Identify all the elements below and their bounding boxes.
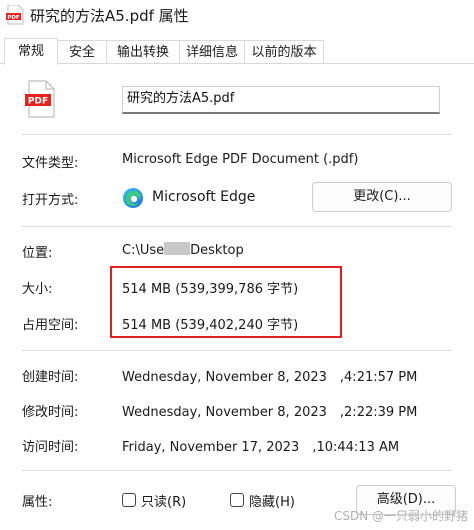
- pdf-document-icon-label: PDF: [28, 97, 48, 107]
- location-suffix: Desktop: [190, 243, 244, 258]
- readonly-label: 只读(R): [141, 495, 187, 510]
- file-name-input[interactable]: 研究的方法A5.pdf: [122, 86, 440, 114]
- divider: [22, 470, 452, 471]
- attributes-label: 属性:: [22, 495, 53, 510]
- tab-security[interactable]: 安全: [57, 40, 107, 64]
- edge-icon: [123, 188, 143, 208]
- accessed-value: Friday, November 17, 2023 ,10:44:13 AM: [122, 440, 400, 455]
- window-title: 研究的方法A5.pdf 属性: [30, 7, 189, 25]
- created-label: 创建时间:: [22, 370, 79, 385]
- size-label: 大小:: [22, 282, 53, 297]
- tab-strip: 常规 安全 输出转换 详细信息 以前的版本: [0, 38, 474, 65]
- location-label: 位置:: [22, 246, 53, 261]
- change-button[interactable]: 更改(C)...: [312, 182, 452, 212]
- tab-previous-versions[interactable]: 以前的版本: [244, 40, 324, 64]
- pdf-file-icon: PDF: [6, 5, 24, 25]
- created-value: Wednesday, November 8, 2023 ,4:21:57 PM: [122, 370, 418, 385]
- pdf-document-icon: PDF: [25, 80, 55, 118]
- file-type-label: 文件类型:: [22, 156, 79, 171]
- pdf-icon-label: PDF: [7, 15, 20, 21]
- accessed-label: 访问时间:: [22, 440, 79, 455]
- open-with-label: 打开方式:: [22, 193, 79, 208]
- tab-general[interactable]: 常规: [4, 38, 58, 65]
- tab-details[interactable]: 详细信息: [179, 40, 245, 64]
- redacted-username: [164, 242, 191, 255]
- file-type-value: Microsoft Edge PDF Document (.pdf): [122, 152, 359, 167]
- watermark: CSDN @一只弱小的野猪: [333, 509, 468, 523]
- readonly-checkbox[interactable]: [122, 493, 136, 507]
- size-on-disk-label: 占用空间:: [22, 318, 79, 333]
- location-prefix: C:\Use: [122, 243, 165, 258]
- title-bar: PDF 研究的方法A5.pdf 属性: [0, 0, 474, 30]
- tab-output-conversion[interactable]: 输出转换: [106, 40, 180, 64]
- hidden-checkbox[interactable]: [230, 493, 244, 507]
- highlight-box: [110, 266, 342, 338]
- modified-value: Wednesday, November 8, 2023 ,2:22:39 PM: [122, 405, 418, 420]
- open-with-value: Microsoft Edge: [152, 189, 256, 205]
- location-value: C:\Use Desktop: [122, 242, 244, 258]
- modified-label: 修改时间:: [22, 405, 79, 420]
- divider: [22, 350, 452, 351]
- divider: [22, 134, 452, 135]
- divider: [22, 226, 452, 227]
- hidden-label: 隐藏(H): [249, 495, 295, 510]
